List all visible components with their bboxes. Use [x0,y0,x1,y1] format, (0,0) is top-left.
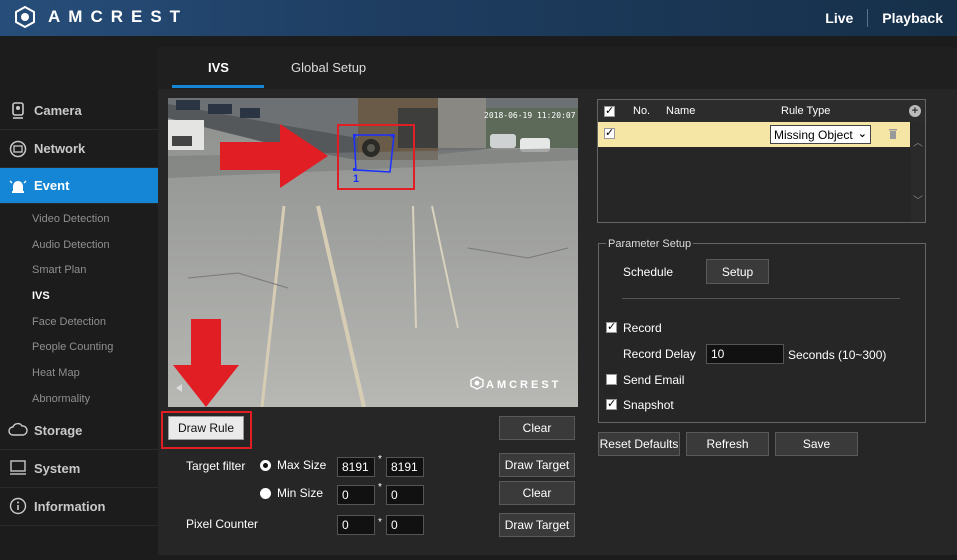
snapshot-label: Snapshot [623,398,674,412]
network-icon [8,139,28,159]
clear-target-button[interactable]: Clear [499,481,575,505]
annotation-arrow-down [173,319,239,407]
brand-name: AMCREST [48,7,189,26]
min-size-radio[interactable] [260,488,271,499]
sidebar-subitem-ivs[interactable]: IVS [0,283,158,309]
sidebar-item-label: Information [34,498,106,514]
rule-table-header: No. Name Rule Type + [598,100,925,122]
alarm-icon [8,176,28,196]
min-width-input[interactable]: 0 [337,485,375,505]
send-email-label: Send Email [623,373,685,387]
max-size-label: Max Size [277,458,327,472]
sidebar-subitem-video-detection[interactable]: Video Detection [0,206,158,232]
video-watermark: AMCREST [486,379,562,391]
info-icon [8,496,28,516]
chevron-down-icon: ⌄ [857,128,867,140]
top-bar: AMCREST Live Playback [0,0,957,36]
record-delay-input[interactable]: 10 [706,344,784,364]
sidebar-item-label: Network [34,141,86,156]
sidebar-item-label: Camera [34,103,82,118]
sidebar-subitem-abnormality[interactable]: Abnormality [0,386,158,412]
rule-table: No. Name Rule Type + 1 Rule1 Missing Obj… [597,99,926,223]
nav-playback[interactable]: Playback [868,10,957,26]
amcrest-logo-icon [15,6,35,28]
brand-logo: AMCREST [14,6,188,28]
scroll-up-icon[interactable]: ︿ [913,134,923,149]
sidebar-subitem-audio-detection[interactable]: Audio Detection [0,232,158,258]
add-rule-icon[interactable]: + [909,105,921,117]
schedule-label: Schedule [623,265,674,279]
param-divider [622,298,900,299]
monitor-icon [8,458,28,478]
draw-target-button-2[interactable]: Draw Target [499,513,575,537]
tab-ivs[interactable]: IVS [208,60,229,75]
rule-type-select[interactable]: Missing Object ⌄ [770,125,871,144]
col-no: No. [633,105,651,117]
sidebar-item-network[interactable]: Network [0,130,158,168]
scroll-down-icon[interactable]: ﹀ [913,192,923,207]
rule-type-value: Missing Object [774,127,853,142]
trash-icon[interactable] [888,127,898,142]
sidebar-subitem-people-counting[interactable]: People Counting [0,334,158,360]
sidebar-item-camera[interactable]: Camera [0,92,158,130]
sidebar-subitem-heat-map[interactable]: Heat Map [0,360,158,386]
max-height-input[interactable]: 8191 [386,457,424,477]
sidebar: Camera Network Event Video Detection Aud… [0,92,176,526]
max-width-input[interactable]: 8191 [337,457,375,477]
record-label: Record [623,321,662,335]
tab-bar: IVS Global Setup [158,47,957,89]
sidebar-subitem-smart-plan[interactable]: Smart Plan [0,257,158,283]
sidebar-item-system[interactable]: System [0,450,158,488]
rule-row-checkbox[interactable] [604,126,615,139]
min-height-input[interactable]: 0 [386,485,424,505]
record-delay-label: Record Delay [623,347,696,361]
sidebar-item-storage[interactable]: Storage [0,412,158,450]
annotation-box-target [337,124,415,190]
send-email-checkbox[interactable] [606,374,617,385]
pixel-counter-width-input[interactable]: 0 [337,515,375,535]
min-size-label: Min Size [277,486,324,500]
col-rule-type: Rule Type [781,105,831,117]
pixel-counter-height-input[interactable]: 0 [386,515,424,535]
reset-defaults-button[interactable]: Reset Defaults [598,432,680,456]
draw-rule-button[interactable]: Draw Rule [168,416,244,440]
sidebar-item-label: Storage [34,422,83,438]
record-delay-unit: Seconds (10~300) [788,348,887,362]
event-submenu: Video Detection Audio Detection Smart Pl… [0,204,158,412]
clear-button[interactable]: Clear [499,416,575,440]
draw-target-button[interactable]: Draw Target [499,453,575,477]
storage-icon [8,420,28,440]
pixel-counter-label: Pixel Counter [186,517,259,531]
camera-icon [8,101,28,121]
video-timestamp: 2018-06-19 11:20:07 [484,111,576,120]
sidebar-item-label: Event [34,178,70,193]
schedule-setup-button[interactable]: Setup [706,259,769,284]
save-button[interactable]: Save [775,432,858,456]
top-nav: Live Playback [811,0,957,36]
sidebar-subitem-face-detection[interactable]: Face Detection [0,309,158,335]
rule-table-scrollbar[interactable]: ︿ ﹀ [911,122,925,222]
sidebar-item-label: System [34,460,81,476]
refresh-button[interactable]: Refresh [686,432,769,456]
tab-global-setup[interactable]: Global Setup [291,60,366,75]
sidebar-item-information[interactable]: Information [0,488,158,526]
nav-live[interactable]: Live [811,10,867,26]
parameter-setup-legend: Parameter Setup [606,238,694,250]
times-sign-3: * [378,517,382,528]
rule-row-number: 1 [636,128,643,142]
target-filter-label: Target filter [186,459,246,473]
rule-row-name[interactable]: Rule1 [664,128,695,142]
max-size-radio[interactable] [260,460,271,471]
tab-active-indicator [172,85,264,88]
sidebar-item-event[interactable]: Event [0,168,176,204]
select-all-checkbox[interactable] [604,104,615,117]
snapshot-checkbox[interactable] [606,397,617,410]
record-checkbox[interactable] [606,320,617,333]
rule-row[interactable]: 1 Rule1 Missing Object ⌄ [598,122,910,147]
times-sign-2: * [378,482,382,493]
times-sign: * [378,454,382,465]
col-name: Name [666,105,696,117]
